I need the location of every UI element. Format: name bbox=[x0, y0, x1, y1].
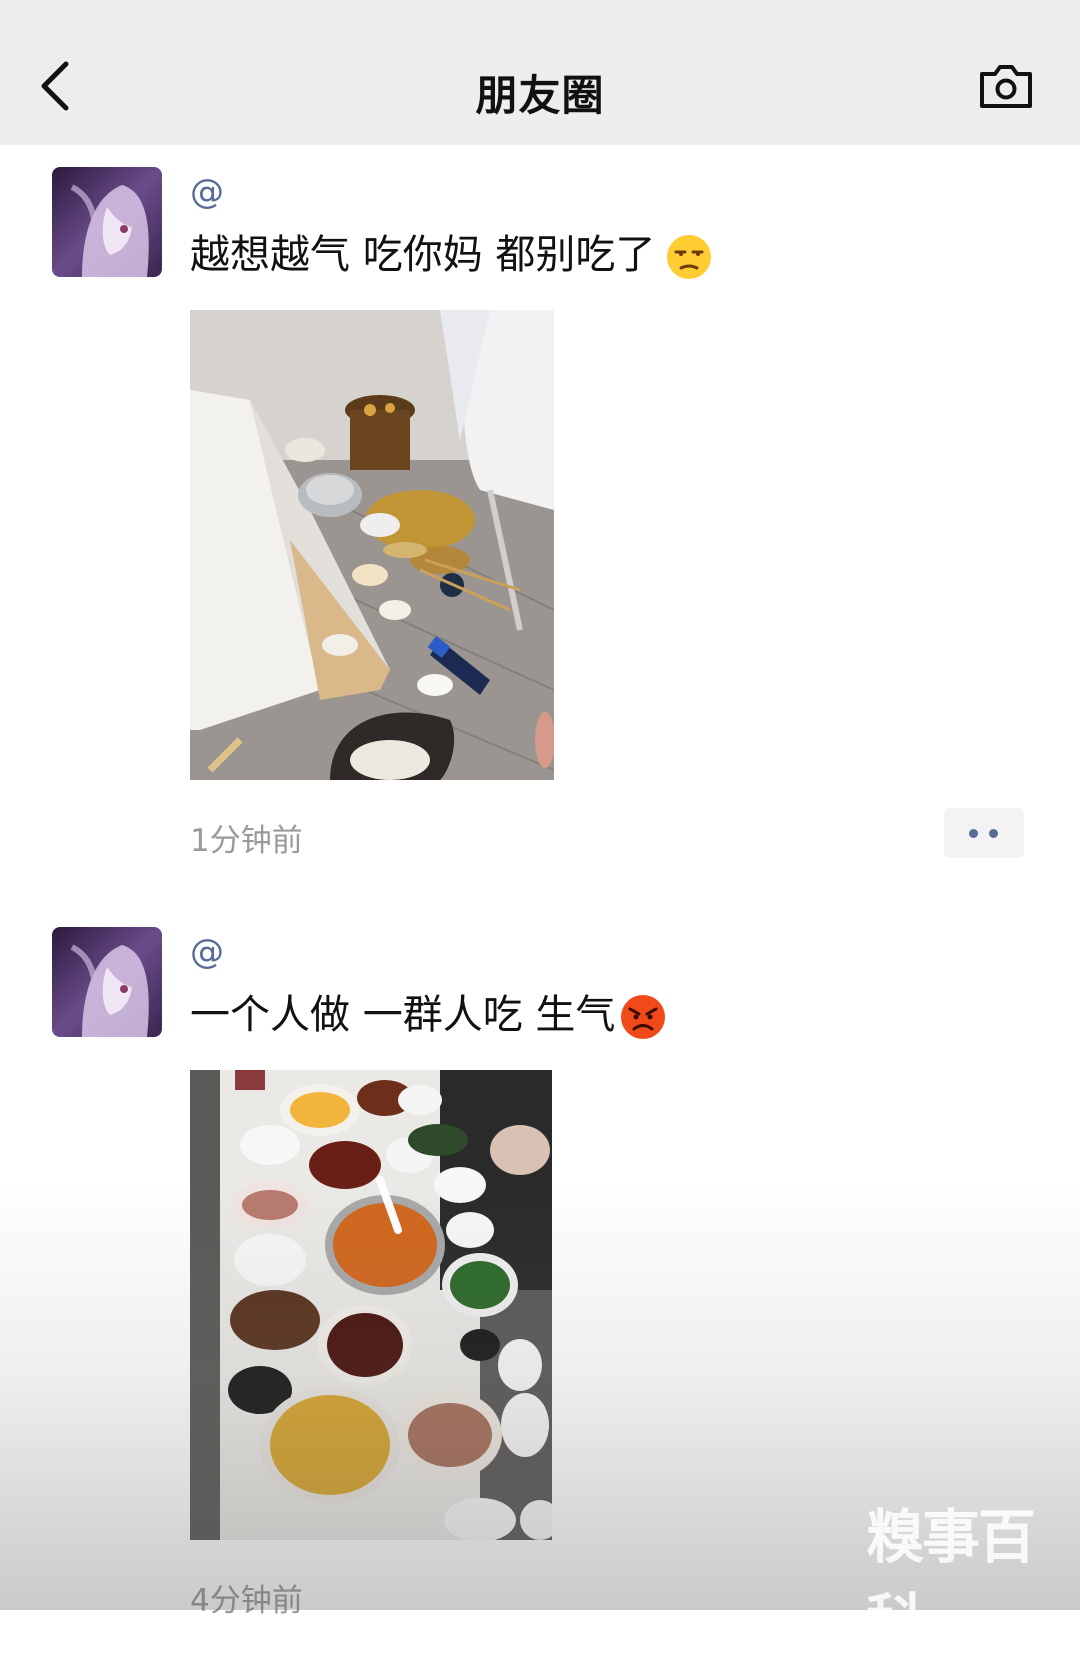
post-photo[interactable] bbox=[190, 1070, 552, 1540]
avatar[interactable] bbox=[52, 167, 162, 277]
post-timestamp: 1分钟前 bbox=[190, 823, 303, 859]
post-photo[interactable] bbox=[190, 310, 554, 780]
username[interactable]: @ bbox=[190, 172, 224, 212]
angry-face-icon bbox=[619, 993, 667, 1041]
post-text-content: 越想越气 吃你妈 都别吃了 bbox=[190, 232, 656, 278]
username[interactable]: @ bbox=[190, 932, 224, 972]
page-title: 朋友圈 bbox=[475, 71, 605, 120]
top-navbar: 朋友圈 bbox=[0, 0, 1080, 145]
watermark: 糗事百科 bbox=[866, 1503, 1036, 1655]
avatar[interactable] bbox=[52, 927, 162, 1037]
post-text: 越想越气 吃你妈 都别吃了 bbox=[190, 230, 713, 281]
post-text-content: 一个人做 一群人吃 生气 bbox=[190, 992, 616, 1038]
unamused-face-icon bbox=[665, 233, 713, 281]
post-timestamp: 4分钟前 bbox=[190, 1583, 303, 1619]
camera-icon[interactable] bbox=[978, 62, 1034, 110]
more-dots-icon[interactable] bbox=[944, 808, 1024, 858]
post-text: 一个人做 一群人吃 生气 bbox=[190, 990, 667, 1041]
